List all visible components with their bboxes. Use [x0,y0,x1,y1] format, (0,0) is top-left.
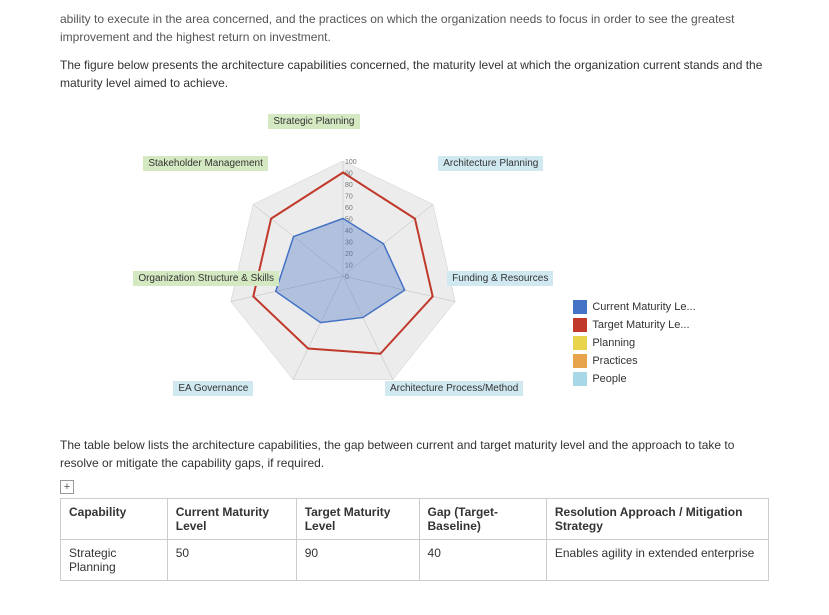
expand-icon[interactable]: + [60,480,74,494]
label-strategic-planning: Strategic Planning [268,114,359,129]
chart-area: 0102030405060708090100 Strategic Plannin… [60,106,769,416]
label-arch-process: Architecture Process/Method [385,381,523,396]
legend-planning-label: Planning [592,337,635,349]
table-intro: The table below lists the architecture c… [60,436,769,472]
cell-gap: 40 [419,540,546,581]
legend-target-label: Target Maturity Le... [592,319,689,331]
legend-target-color [573,318,587,332]
legend-current: Current Maturity Le... [573,300,695,314]
col-capability: Capability [61,499,168,540]
label-funding-resources: Funding & Resources [447,271,553,286]
cell-current: 50 [167,540,296,581]
col-gap: Gap (Target-Baseline) [419,499,546,540]
label-org-structure: Organization Structure & Skills [133,271,279,286]
legend-people-color [573,372,587,386]
legend-planning-color [573,336,587,350]
legend-practices-label: Practices [592,355,637,367]
legend: Current Maturity Le... Target Maturity L… [573,300,695,416]
table-section: The table below lists the architecture c… [60,436,769,581]
svg-text:80: 80 [345,182,353,189]
label-ea-governance: EA Governance [173,381,253,396]
legend-people-label: People [592,373,626,385]
col-current: Current Maturity Level [167,499,296,540]
capability-table: Capability Current Maturity Level Target… [60,498,769,581]
radar-svg: 0102030405060708090100 [133,106,553,416]
cell-capability: Strategic Planning [61,540,168,581]
svg-text:60: 60 [345,205,353,212]
label-architecture-planning: Architecture Planning [438,156,543,171]
intro-text: ability to execute in the area concerned… [60,10,769,46]
legend-practices-color [573,354,587,368]
svg-text:100: 100 [345,159,357,166]
cell-target: 90 [296,540,419,581]
legend-current-color [573,300,587,314]
col-resolution: Resolution Approach / Mitigation Strateg… [546,499,768,540]
legend-current-label: Current Maturity Le... [592,301,695,313]
legend-people: People [573,372,695,386]
figure-text: The figure below presents the architectu… [60,56,769,92]
legend-practices: Practices [573,354,695,368]
table-row: Strategic Planning 50 90 40 Enables agil… [61,540,769,581]
label-stakeholder: Stakeholder Management [143,156,268,171]
col-target: Target Maturity Level [296,499,419,540]
svg-text:70: 70 [345,194,353,201]
legend-planning: Planning [573,336,695,350]
radar-chart: 0102030405060708090100 Strategic Plannin… [133,106,553,416]
legend-target: Target Maturity Le... [573,318,695,332]
cell-resolution: Enables agility in extended enterprise [546,540,768,581]
